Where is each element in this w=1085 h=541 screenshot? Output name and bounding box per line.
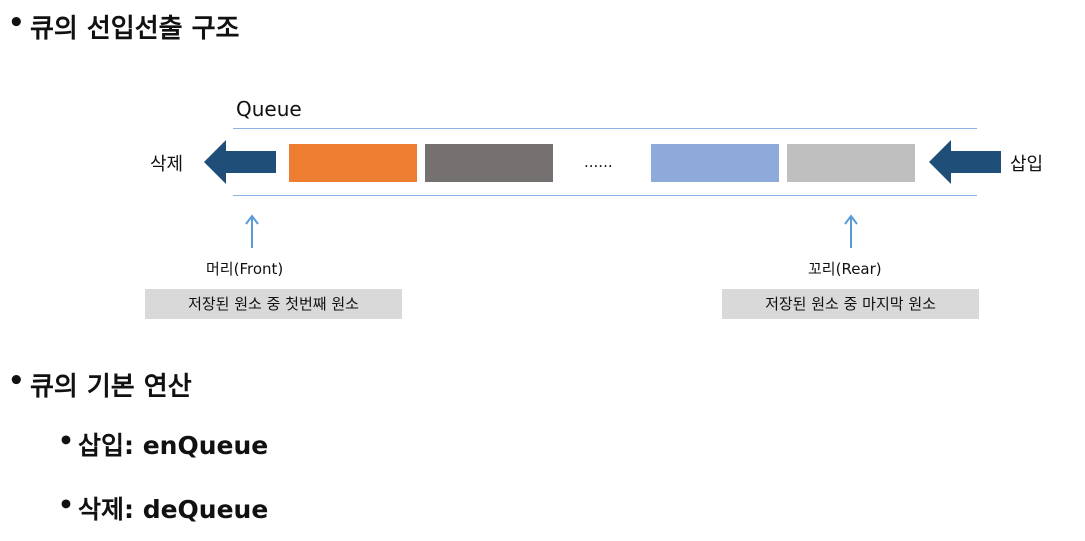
queue-ellipsis: ...... xyxy=(584,153,613,171)
rear-description: 저장된 원소 중 마지막 원소 xyxy=(722,289,979,319)
queue-diagram: Queue 삭제 ...... 삽입 머리(Front) 저장된 원소 중 첫번… xyxy=(0,0,1085,330)
queue-label: Queue xyxy=(236,97,302,121)
front-pointer-icon xyxy=(245,214,259,248)
front-description: 저장된 원소 중 첫번째 원소 xyxy=(145,289,402,319)
queue-element-second xyxy=(425,144,553,182)
queue-bottom-line xyxy=(233,195,977,196)
queue-element-before-rear xyxy=(651,144,779,182)
rear-pointer-icon xyxy=(844,214,858,248)
operation-enqueue: 삽입: enQueue xyxy=(78,431,269,460)
queue-element-rear xyxy=(787,144,915,182)
queue-element-front xyxy=(289,144,417,182)
queue-top-line xyxy=(233,128,977,129)
delete-arrow-icon xyxy=(204,140,276,184)
bullet-dot: • xyxy=(8,366,25,396)
front-label: 머리(Front) xyxy=(206,260,284,278)
bullet-dot: • xyxy=(58,426,74,455)
insert-arrow-icon xyxy=(929,140,1001,184)
bullet-dot: • xyxy=(58,490,74,519)
delete-label: 삭제 xyxy=(150,154,184,175)
rear-label: 꼬리(Rear) xyxy=(808,260,882,278)
insert-label: 삽입 xyxy=(1010,154,1044,175)
operation-dequeue: 삭제: deQueue xyxy=(78,495,269,524)
section-heading-operations: 큐의 기본 연산 xyxy=(30,372,192,402)
